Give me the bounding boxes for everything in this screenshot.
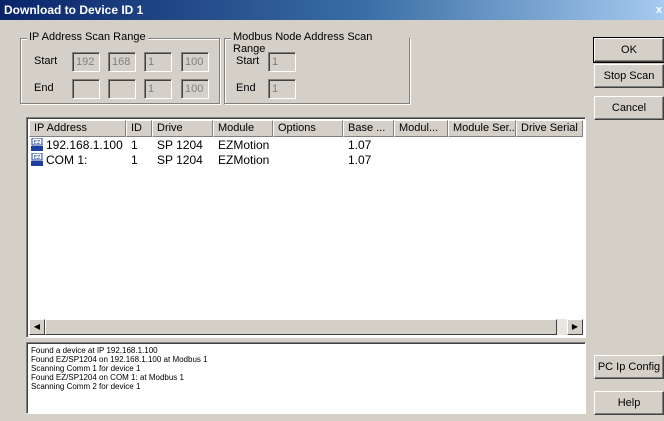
ip-scan-range-group: IP Address Scan Range Start End 192 168 … (20, 31, 220, 104)
ip-end-octet-2[interactable] (108, 79, 136, 99)
column-base[interactable]: Base ... (343, 120, 394, 137)
log-line: Scanning Comm 2 for device 1 (31, 382, 141, 391)
scroll-right-icon[interactable]: ▶ (567, 319, 583, 335)
column-drive[interactable]: Drive (152, 120, 213, 137)
scrollbar-thumb[interactable] (45, 319, 557, 335)
row-module: EZMotion (218, 138, 270, 152)
ip-start-octet-2[interactable]: 168 (108, 52, 136, 72)
ip-end-octet-3[interactable]: 1 (144, 79, 172, 99)
table-row[interactable]: EZ COM 1: 1 SP 1204 EZMotion 1.07 (29, 153, 583, 168)
column-drive-serial[interactable]: Drive Serial (516, 120, 583, 137)
column-modul[interactable]: Modul... (394, 120, 448, 137)
svg-text:EZ: EZ (34, 155, 41, 161)
row-base: 1.07 (348, 138, 372, 152)
stop-scan-button[interactable]: Stop Scan (594, 64, 664, 88)
modbus-end-label: End (236, 82, 256, 94)
ip-end-octet-1[interactable] (72, 79, 100, 99)
close-icon[interactable]: x (656, 0, 662, 20)
row-drive: SP 1204 (157, 138, 203, 152)
cancel-button[interactable]: Cancel (594, 96, 664, 120)
log-line: Found a device at IP 192.168.1.100 (31, 346, 158, 355)
ip-start-octet-1[interactable]: 192 (72, 52, 100, 72)
title-bar: Download to Device ID 1 x (0, 0, 664, 20)
modbus-start-field[interactable]: 1 (268, 52, 296, 72)
device-list-header: IP Address ID Drive Module Options Base … (29, 120, 583, 137)
modbus-scan-range-legend: Modbus Node Address Scan Range (231, 31, 409, 55)
ok-button[interactable]: OK (593, 37, 664, 63)
ip-start-octet-4[interactable]: 100 (181, 52, 209, 72)
modbus-start-label: Start (236, 55, 260, 67)
svg-text:EZ: EZ (34, 140, 41, 146)
table-row[interactable]: EZ 192.168.1.100 1 SP 1204 EZMotion 1.07 (29, 138, 583, 153)
help-button[interactable]: Help (594, 391, 664, 415)
row-module: EZMotion (218, 153, 270, 167)
window-title: Download to Device ID 1 (4, 3, 144, 17)
row-id: 1 (131, 138, 138, 152)
column-options[interactable]: Options (273, 120, 343, 137)
ip-scan-range-legend: IP Address Scan Range (27, 31, 148, 43)
log-line: Found EZ/SP1204 on 192.168.1.100 at Modb… (31, 355, 208, 364)
row-base: 1.07 (348, 153, 372, 167)
column-id[interactable]: ID (126, 120, 152, 137)
row-id: 1 (131, 153, 138, 167)
ip-end-label: End (34, 82, 54, 94)
device-list[interactable]: IP Address ID Drive Module Options Base … (26, 117, 586, 338)
ez-device-icon: EZ (31, 138, 43, 151)
ez-device-icon: EZ (31, 153, 43, 166)
ip-start-label: Start (34, 55, 58, 67)
download-dialog: Download to Device ID 1 x IP Address Sca… (0, 0, 664, 421)
column-ip-address[interactable]: IP Address (29, 120, 126, 137)
column-module-serial[interactable]: Module Ser... (448, 120, 516, 137)
ip-start-octet-3[interactable]: 1 (144, 52, 172, 72)
scroll-left-icon[interactable]: ◀ (29, 319, 45, 335)
pc-ip-config-button[interactable]: PC Ip Config (594, 355, 664, 379)
horizontal-scrollbar[interactable]: ◀ ▶ (29, 319, 583, 335)
row-drive: SP 1204 (157, 153, 203, 167)
column-module[interactable]: Module (213, 120, 273, 137)
log-line: Scanning Comm 1 for device 1 (31, 364, 141, 373)
scan-log[interactable]: Found a device at IP 192.168.1.100 Found… (26, 342, 586, 414)
log-line: Found EZ/SP1204 on COM 1: at Modbus 1 (31, 373, 184, 382)
ip-end-octet-4[interactable]: 100 (181, 79, 209, 99)
row-ip: 192.168.1.100 (46, 138, 123, 152)
modbus-scan-range-group: Modbus Node Address Scan Range Start End… (224, 31, 410, 104)
modbus-end-field[interactable]: 1 (268, 79, 296, 99)
row-ip: COM 1: (46, 153, 88, 167)
